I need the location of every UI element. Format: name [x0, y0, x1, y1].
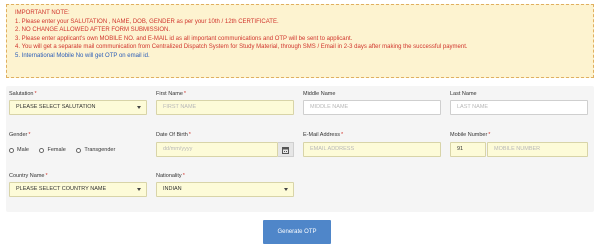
dob-label: Date Of Birth: [156, 132, 188, 138]
nationality-value: INDIAN: [163, 186, 182, 192]
first-name-input[interactable]: FIRST NAME: [156, 100, 294, 115]
registration-form: Salutation* PLEASE SELECT SALUTATION Fir…: [6, 86, 594, 212]
notice-line-2: 2. NO CHANGE ALLOWED AFTER FORM SUBMISSI…: [15, 27, 171, 34]
notice-line-4: 4. You will get a separate mail communic…: [15, 44, 468, 51]
country-label: Country Name: [9, 173, 45, 179]
dob-input[interactable]: dd/mm/yyyy: [156, 142, 278, 157]
country-code-input[interactable]: 91: [450, 142, 486, 157]
country-select[interactable]: PLEASE SELECT COUNTRY NAME: [9, 182, 147, 197]
gender-radio-transgender[interactable]: Transgender: [76, 147, 115, 153]
gender-radio-female[interactable]: Female: [39, 147, 66, 153]
chevron-down-icon: [284, 188, 288, 191]
last-name-label: Last Name: [450, 91, 477, 97]
required-mark: *: [182, 173, 185, 179]
email-field: E-Mail Address*: [303, 132, 343, 139]
email-input[interactable]: EMAIL ADDRESS: [303, 142, 441, 157]
gender-field: Gender*: [9, 132, 31, 139]
last-name-field: Last Name: [450, 91, 477, 98]
calendar-button[interactable]: [278, 142, 294, 157]
salutation-field: Salutation*: [9, 91, 37, 98]
country-field: Country Name*: [9, 173, 48, 180]
salutation-select[interactable]: PLEASE SELECT SALUTATION: [9, 100, 147, 115]
required-mark: *: [341, 132, 344, 138]
salutation-value: PLEASE SELECT SALUTATION: [16, 104, 96, 110]
important-note-banner: IMPORTANT NOTE: 1. Please enter your SAL…: [6, 4, 594, 78]
notice-line-5: 5. International Mobile No will get OTP …: [15, 52, 150, 59]
country-value: PLEASE SELECT COUNTRY NAME: [16, 186, 107, 192]
radio-circle-icon: [9, 147, 14, 153]
notice-heading: IMPORTANT NOTE:: [15, 10, 70, 16]
chevron-down-icon: [137, 188, 141, 191]
radio-circle-icon: [76, 147, 82, 153]
mobile-field: Mobile Number*: [450, 132, 490, 139]
required-mark: *: [488, 132, 491, 138]
required-mark: *: [45, 173, 48, 179]
required-mark: *: [188, 132, 191, 138]
first-name-field: First Name*: [156, 91, 186, 98]
generate-otp-button[interactable]: Generate OTP: [263, 220, 331, 244]
notice-line-1: 1. Please enter your SALUTATION , NAME, …: [15, 18, 279, 25]
salutation-label: Salutation: [9, 91, 34, 97]
calendar-icon: [282, 147, 289, 154]
mobile-label: Mobile Number: [450, 132, 488, 138]
chevron-down-icon: [137, 106, 141, 109]
gender-label: Gender: [9, 132, 28, 138]
nationality-select[interactable]: INDIAN: [156, 182, 294, 197]
gender-radio-group: Male Female Transgender: [9, 147, 124, 155]
first-name-label: First Name: [156, 91, 183, 97]
required-mark: *: [183, 91, 187, 97]
middle-name-label: Middle Name: [303, 91, 336, 97]
email-label: E-Mail Address: [303, 132, 340, 138]
dob-field: Date Of Birth*: [156, 132, 191, 139]
mobile-number-input[interactable]: MOBILE NUMBER: [487, 142, 588, 157]
last-name-input[interactable]: LAST NAME: [450, 100, 588, 115]
nationality-label: Nationality: [156, 173, 182, 179]
middle-name-field: Middle Name: [303, 91, 335, 98]
radio-circle-icon: [39, 147, 45, 153]
nationality-field: Nationality*: [156, 173, 185, 180]
required-mark: *: [34, 91, 37, 97]
required-mark: *: [28, 132, 31, 138]
gender-radio-male[interactable]: Male: [9, 147, 29, 153]
notice-line-3: 3. Please enter applicant's own MOBILE N…: [15, 35, 353, 42]
middle-name-input[interactable]: MIDDLE NAME: [303, 100, 441, 115]
